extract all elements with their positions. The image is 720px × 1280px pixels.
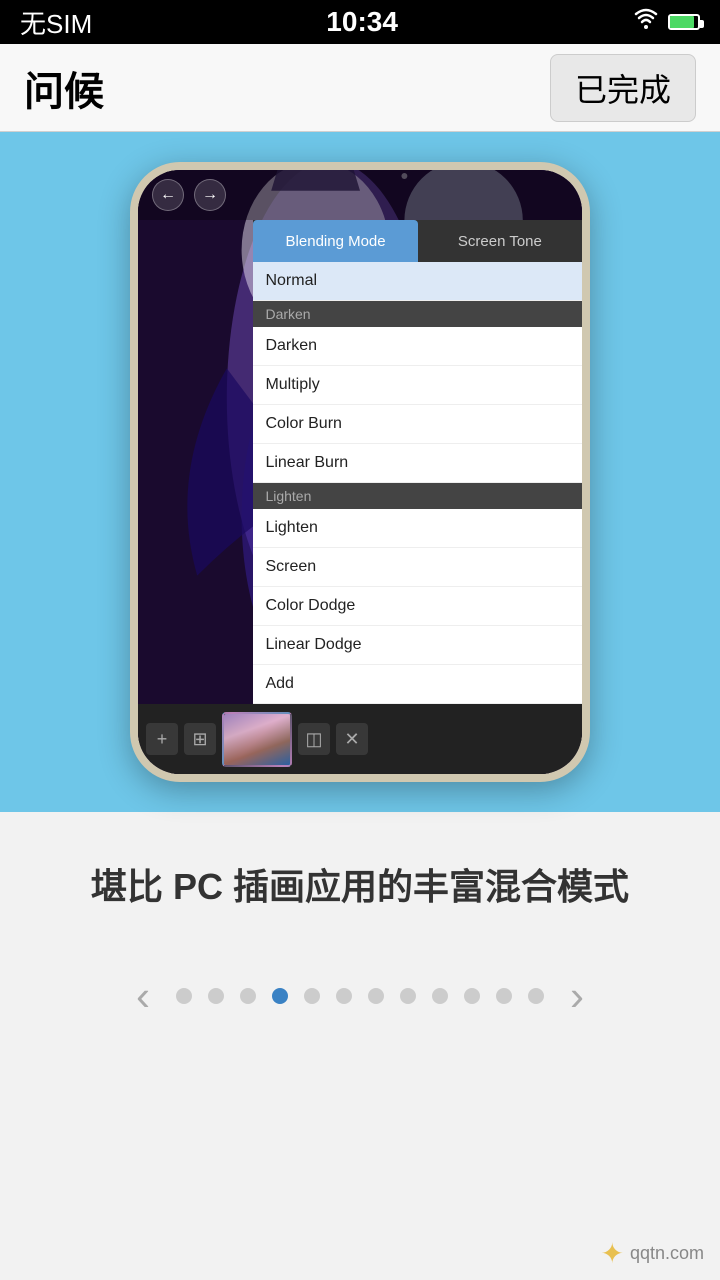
wifi-icon — [632, 8, 660, 36]
blend-item-multiply[interactable]: Multiply — [253, 366, 582, 405]
phone-bottom-bar: + ⊞ ◫ ✕ — [138, 704, 582, 774]
blend-item-add[interactable]: Add — [253, 665, 582, 704]
back-button[interactable]: ← — [152, 179, 184, 211]
blend-section-lighten: Lighten — [253, 483, 582, 509]
blend-item-color-burn[interactable]: Color Burn — [253, 405, 582, 444]
dot-10[interactable] — [464, 988, 480, 1004]
blend-item-linear-dodge[interactable]: Linear Dodge — [253, 626, 582, 665]
dot-5[interactable] — [304, 988, 320, 1004]
carousel-nav: ‹ › — [0, 942, 720, 1040]
prev-arrow[interactable]: ‹ — [126, 972, 160, 1020]
blend-item-lighten[interactable]: Lighten — [253, 509, 582, 548]
logo-icon: ✦ — [600, 1237, 623, 1270]
battery-icon — [668, 14, 700, 30]
dot-4[interactable] — [272, 988, 288, 1004]
phone-mockup: ← → Blending Mode Screen Tone Normal — [130, 162, 590, 782]
visibility-btn[interactable]: ◫ — [298, 723, 330, 755]
dot-9[interactable] — [432, 988, 448, 1004]
phone-top-bar: ← → — [138, 170, 582, 220]
blend-panel: Blending Mode Screen Tone Normal Darken … — [253, 220, 582, 704]
done-button[interactable]: 已完成 — [550, 54, 696, 122]
forward-button[interactable]: → — [194, 179, 226, 211]
main-content: ← → Blending Mode Screen Tone Normal — [0, 132, 720, 1280]
status-bar: 无SIM 10:34 — [0, 0, 720, 44]
merge-icon: ⊞ — [192, 729, 207, 750]
blend-item-screen[interactable]: Screen — [253, 548, 582, 587]
blend-section-darken: Darken — [253, 301, 582, 327]
nav-bar: 问候 已完成 — [0, 44, 720, 132]
page-title: 问候 — [24, 59, 104, 117]
forward-icon: → — [202, 186, 218, 204]
dot-11[interactable] — [496, 988, 512, 1004]
dot-6[interactable] — [336, 988, 352, 1004]
back-icon: ← — [160, 186, 176, 204]
add-layer-btn[interactable]: + — [146, 723, 178, 755]
layer-thumbnail-1[interactable] — [222, 712, 292, 767]
carrier-label: 无SIM — [20, 4, 92, 41]
blend-tabs: Blending Mode Screen Tone — [253, 220, 582, 262]
caption-text: 堪比 PC 插画应用的丰富混合模式 — [91, 862, 629, 912]
plus-icon: + — [157, 729, 168, 750]
blend-item-normal[interactable]: Normal — [253, 262, 582, 301]
eye-icon: ◫ — [305, 729, 322, 750]
phone-screen: ← → Blending Mode Screen Tone Normal — [138, 170, 582, 774]
tab-blending-mode[interactable]: Blending Mode — [253, 220, 417, 262]
next-arrow[interactable]: › — [560, 972, 594, 1020]
tab-screen-tone[interactable]: Screen Tone — [418, 220, 582, 262]
dot-1[interactable] — [176, 988, 192, 1004]
status-icons — [632, 8, 700, 36]
blend-list[interactable]: Normal Darken Darken Multiply Color Burn… — [253, 262, 582, 704]
dot-2[interactable] — [208, 988, 224, 1004]
blend-item-color-dodge[interactable]: Color Dodge — [253, 587, 582, 626]
trash-icon: ✕ — [344, 729, 359, 750]
dot-3[interactable] — [240, 988, 256, 1004]
caption-section: 堪比 PC 插画应用的丰富混合模式 — [51, 812, 669, 942]
blend-item-darken[interactable]: Darken — [253, 327, 582, 366]
dot-7[interactable] — [368, 988, 384, 1004]
time-label: 10:34 — [326, 6, 398, 38]
dot-8[interactable] — [400, 988, 416, 1004]
bottom-logo: ✦ qqtn.com — [600, 1237, 704, 1270]
blend-item-linear-burn[interactable]: Linear Burn — [253, 444, 582, 483]
dot-12[interactable] — [528, 988, 544, 1004]
logo-text: qqtn.com — [630, 1243, 704, 1264]
delete-btn[interactable]: ✕ — [336, 723, 368, 755]
carousel-section: ← → Blending Mode Screen Tone Normal — [0, 132, 720, 812]
merge-btn[interactable]: ⊞ — [184, 723, 216, 755]
